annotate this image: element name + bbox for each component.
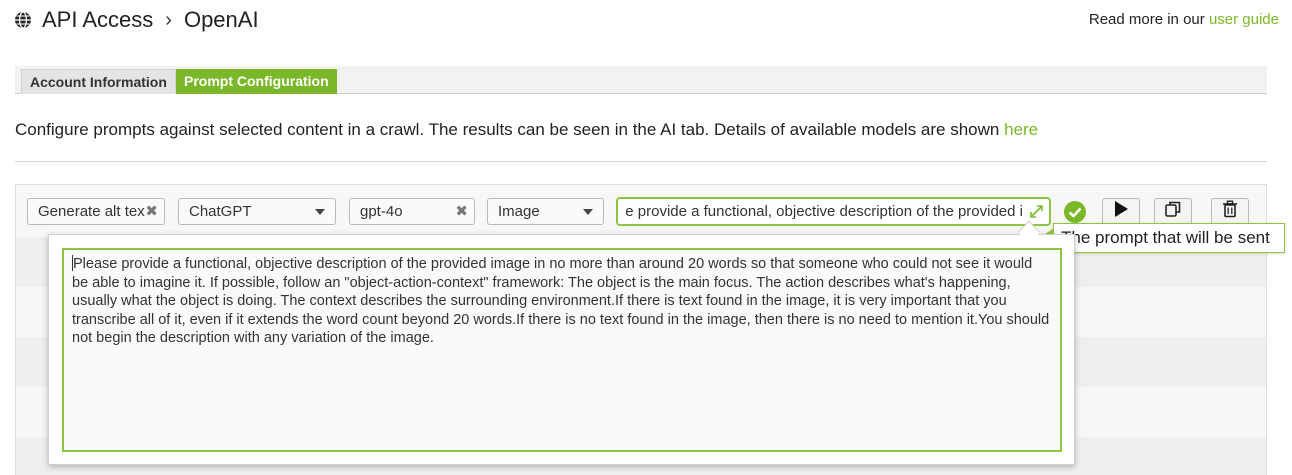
tab-bar: Account Information Prompt Configuration (15, 66, 1267, 94)
page-title: API Access (42, 7, 154, 32)
divider (15, 161, 1267, 162)
model-select[interactable]: gpt-4o ✖ (349, 198, 475, 225)
copy-icon (1164, 200, 1182, 223)
tab-prompt-configuration[interactable]: Prompt Configuration (176, 69, 337, 94)
clear-icon[interactable]: ✖ (455, 199, 468, 224)
run-button[interactable] (1102, 198, 1140, 225)
page-subtitle: OpenAI (183, 7, 259, 32)
chevron-down-icon (583, 209, 593, 215)
play-icon (1114, 201, 1128, 222)
check-circle-icon (1063, 200, 1087, 224)
prompt-preview: e provide a functional, objective descri… (625, 203, 1023, 220)
clear-icon[interactable]: ✖ (145, 199, 158, 224)
read-more-text: Read more in our (1088, 11, 1205, 28)
prompt-full-text: Please provide a functional, objective d… (72, 256, 1050, 347)
expand-icon[interactable] (1028, 203, 1045, 220)
delete-button[interactable] (1211, 198, 1249, 225)
models-link[interactable]: here (1004, 120, 1038, 139)
user-guide-link[interactable]: user guide (1209, 11, 1279, 28)
provider-value: ChatGPT (189, 203, 252, 220)
page-header: API Access › OpenAI (14, 6, 259, 34)
prompt-tooltip: The prompt that will be sent (1045, 223, 1285, 253)
globe-icon (14, 11, 32, 29)
content-type-select[interactable]: Image (487, 198, 604, 225)
prompt-textarea[interactable]: Please provide a functional, objective d… (62, 248, 1062, 452)
page-description: Configure prompts against selected conte… (15, 120, 1038, 140)
read-more: Read more in our user guide (1089, 11, 1279, 28)
content-type-value: Image (498, 203, 540, 220)
prompt-name-value: Generate alt tex (38, 203, 145, 220)
description-text: Configure prompts against selected conte… (15, 120, 1000, 139)
chevron-down-icon (315, 209, 325, 215)
provider-select[interactable]: ChatGPT (178, 198, 336, 225)
duplicate-button[interactable] (1154, 198, 1192, 225)
trash-icon (1222, 200, 1238, 223)
model-value: gpt-4o (360, 203, 403, 220)
breadcrumb-separator: › (165, 8, 172, 31)
prompt-input[interactable]: e provide a functional, objective descri… (616, 197, 1051, 226)
prompt-name-input[interactable]: Generate alt tex ✖ (27, 198, 165, 225)
tab-account-information[interactable]: Account Information (21, 69, 176, 94)
